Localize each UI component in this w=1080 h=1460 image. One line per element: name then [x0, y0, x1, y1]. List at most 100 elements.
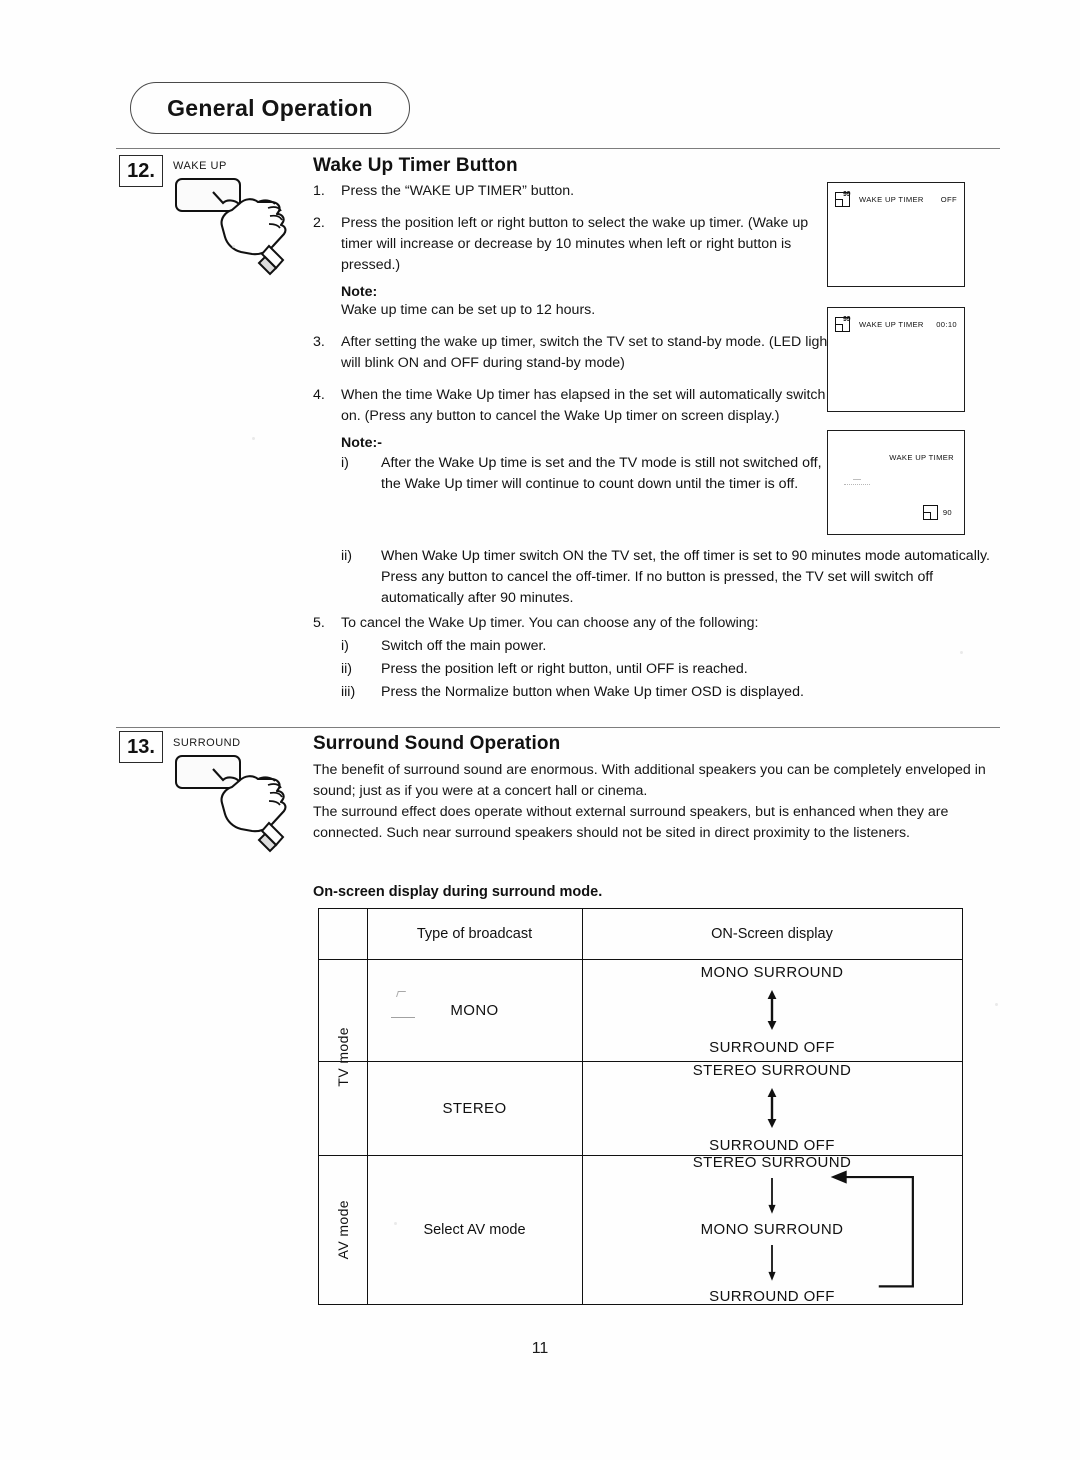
step-text: To cancel the Wake Up timer. You can cho…: [341, 615, 759, 631]
list-item: 3. After setting the wake up timer, swit…: [313, 332, 833, 374]
osd-icon-superscript: 99: [843, 316, 851, 323]
section-divider-12: [116, 148, 1000, 149]
section-13-body: Surround Sound Operation The benefit of …: [313, 733, 1005, 844]
list-item: 1. Press the “WAKE UP TIMER” button.: [313, 181, 833, 202]
down-arrow-icon: [768, 1245, 776, 1281]
table-cell-osd-bottom: SURROUND OFF: [709, 1137, 835, 1154]
table-cell-osd-top: MONO SURROUND: [700, 964, 844, 981]
scan-artifact: [252, 437, 255, 440]
double-arrow-icon: [767, 1088, 777, 1128]
substep-marker: iii): [341, 684, 356, 700]
table-cell-osd-top: STEREO SURROUND: [692, 1154, 852, 1171]
osd-value: 00:10: [936, 320, 957, 329]
step-text: When the time Wake Up timer has elapsed …: [341, 387, 826, 424]
osd-label: WAKE UP TIMER: [859, 195, 924, 204]
table-header-broadcast: Type of broadcast: [416, 926, 533, 942]
pointing-hand-icon: [212, 768, 287, 853]
section-12-step4-subitem-ii: ii) When Wake Up timer switch ON the TV …: [313, 544, 1005, 609]
table-row-group-tv-mode: TV mode: [319, 959, 367, 1155]
down-arrow-icon: [768, 1178, 776, 1214]
table-header-osd: ON-Screen display: [711, 926, 833, 942]
substep-marker: ii): [341, 661, 353, 677]
section-13-paragraph: The surround effect does operate without…: [313, 804, 949, 841]
table-cell-broadcast: Select AV mode: [423, 1221, 526, 1238]
table-row: STEREO SURROUND MONO SURROUND SURROUND O…: [582, 1155, 962, 1304]
list-item: 2. Press the position left or right butt…: [313, 213, 833, 321]
page-title: General Operation: [167, 94, 373, 121]
substep-text: When Wake Up timer switch ON the TV set,…: [381, 548, 990, 606]
wake-up-button-illustration: WAKE UP: [165, 158, 325, 278]
section-12-title: Wake Up Timer Button: [313, 155, 518, 176]
list-item: iii) Press the Normalize button when Wak…: [341, 682, 1005, 703]
step-text: Press the “WAKE UP TIMER” button.: [341, 183, 575, 199]
table-row-group-label: TV mode: [335, 1027, 351, 1087]
list-item: i) Switch off the main power.: [341, 636, 1005, 657]
list-item: 5. To cancel the Wake Up timer. You can …: [313, 613, 1005, 703]
substep-text: Press the Normalize button when Wake Up …: [381, 684, 804, 700]
surround-table-caption: On-screen display during surround mode.: [313, 884, 603, 900]
osd-screen-wake-up-timer-90: WAKE UP TIMER 90: [827, 430, 965, 535]
osd-icon-superscript: 99: [843, 191, 851, 198]
table-cell-osd-bottom: SURROUND OFF: [709, 1288, 835, 1305]
osd-screen-wake-up-timer-0010: 99 WAKE UP TIMER 00:10: [827, 307, 965, 412]
osd-value: OFF: [940, 195, 957, 204]
double-arrow-icon: [767, 990, 777, 1030]
section-12-body: Wake Up Timer Button 1. Press the “WAKE …: [313, 155, 833, 495]
substep-marker: ii): [341, 548, 353, 564]
osd-value: 90: [942, 508, 952, 517]
section-13-paragraph: The benefit of surround sound are enormo…: [313, 762, 986, 799]
osd-label: WAKE UP TIMER: [859, 320, 924, 329]
list-item: ii) Press the position left or right but…: [341, 659, 1005, 680]
timer-icon: 99: [835, 316, 851, 332]
table-cell-broadcast: STEREO: [442, 1099, 507, 1117]
timer-icon: 99: [835, 191, 851, 207]
scan-artifact: [394, 1222, 397, 1225]
table-row: STEREO: [367, 1061, 582, 1155]
section-12-step5: 5. To cancel the Wake Up timer. You can …: [313, 613, 1005, 703]
osd-row: 99 WAKE UP TIMER OFF: [835, 191, 957, 207]
table-row: STEREO SURROUND SURROUND OFF: [582, 1061, 962, 1155]
section-13-title: Surround Sound Operation: [313, 733, 561, 754]
step-marker: 4.: [313, 387, 325, 403]
surround-button-illustration: SURROUND: [165, 735, 325, 855]
surround-mode-table: Type of broadcast ON-Screen display TV m…: [318, 908, 963, 1305]
document-page: General Operation 12. WAKE UP Wake Up Ti…: [0, 0, 1080, 1460]
section-number-13: 13.: [119, 731, 163, 763]
list-item: 4. When the time Wake Up timer has elaps…: [313, 385, 833, 495]
scan-artifact: [389, 989, 429, 1023]
step-marker: 3.: [313, 334, 325, 350]
step-marker: 5.: [313, 615, 325, 631]
section-number-12: 12.: [119, 155, 163, 187]
table-row-group-label: AV mode: [335, 1199, 351, 1260]
section-divider-13: [116, 727, 1000, 728]
table-cell-osd-bottom: SURROUND OFF: [709, 1039, 835, 1056]
substep-text: After the Wake Up time is set and the TV…: [381, 455, 822, 492]
osd-screen-wake-up-timer-off: 99 WAKE UP TIMER OFF: [827, 182, 965, 287]
note-label: Note:-: [341, 435, 382, 451]
list-item: i) After the Wake Up time is set and the…: [341, 453, 833, 495]
scan-artifact: [232, 245, 235, 248]
step-text: After setting the wake up timer, switch …: [341, 334, 832, 371]
table-row-group-av-mode: AV mode: [319, 1155, 367, 1304]
list-item: ii) When Wake Up timer switch ON the TV …: [341, 546, 1005, 609]
substep-text: Switch off the main power.: [381, 638, 547, 654]
step-text: Press the position left or right button …: [341, 215, 809, 273]
osd-row: 90: [922, 505, 952, 520]
page-header-capsule: General Operation: [130, 82, 410, 134]
scan-artifact: [844, 479, 872, 486]
scan-artifact: [995, 1003, 998, 1006]
table-row: Select AV mode: [367, 1155, 582, 1304]
table-cell-osd-middle: MONO SURROUND: [700, 1221, 844, 1238]
osd-label: WAKE UP TIMER: [889, 453, 954, 462]
page-number: 11: [531, 1340, 549, 1357]
table-cell-osd-top: STEREO SURROUND: [692, 1062, 852, 1079]
substep-marker: i): [341, 638, 349, 654]
step-marker: 1.: [313, 183, 325, 199]
substep-marker: i): [341, 455, 349, 471]
step-marker: 2.: [313, 215, 325, 231]
osd-row: 99 WAKE UP TIMER 00:10: [835, 316, 957, 332]
pointing-hand-icon: [212, 191, 287, 276]
substep-text: Press the position left or right button,…: [381, 661, 748, 677]
timer-icon: [922, 505, 938, 520]
table-row: MONO: [367, 959, 582, 1061]
